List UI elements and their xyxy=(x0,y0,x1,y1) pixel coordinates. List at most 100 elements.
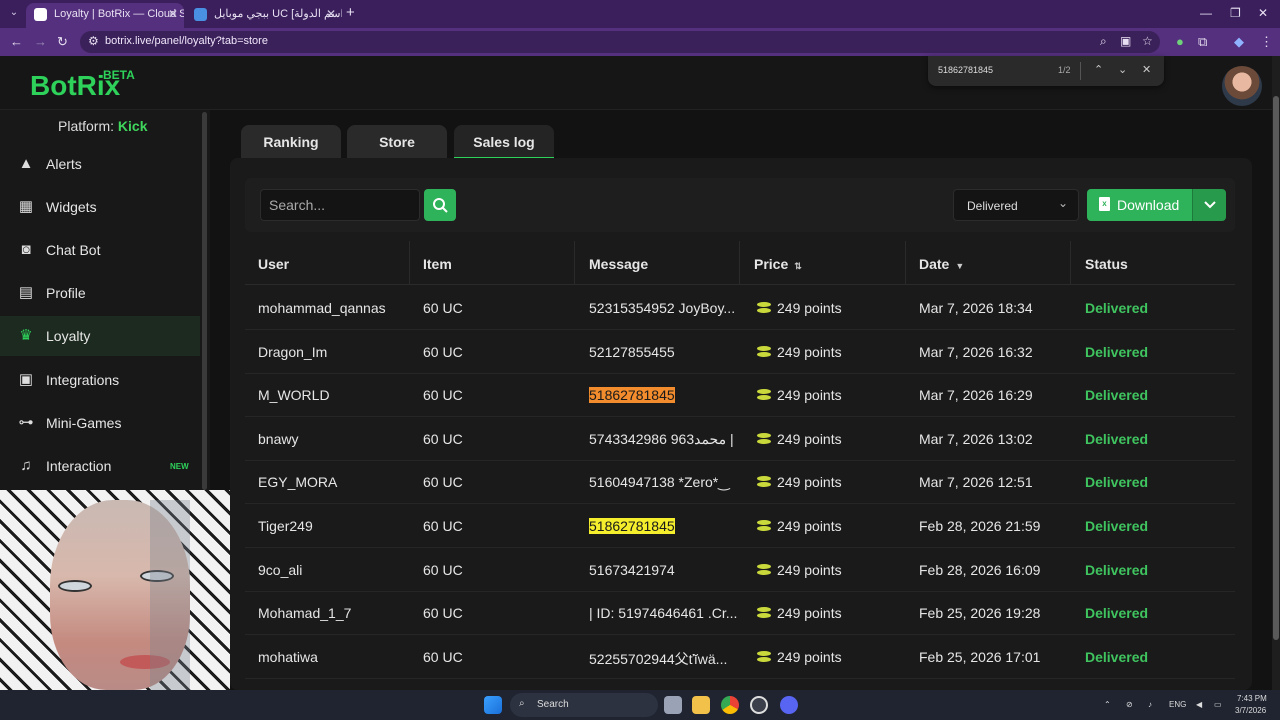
reload-icon[interactable]: ↻ xyxy=(57,34,68,50)
cell-date: Feb 28, 2026 21:59 xyxy=(919,518,1041,534)
close-tab-icon[interactable]: ✕ xyxy=(168,3,178,25)
coins-icon xyxy=(757,433,771,445)
cell-price: 249 points xyxy=(757,649,842,665)
tab-store[interactable]: Store xyxy=(347,125,447,159)
cell-user: EGY_MORA xyxy=(258,474,338,490)
cell-status: Delivered xyxy=(1085,300,1149,316)
find-input[interactable]: 51862781845 xyxy=(938,65,993,75)
clock-date[interactable]: 3/7/2026 xyxy=(1235,706,1266,715)
browser-tab-loyalty[interactable]: Loyalty | BotRix — Cloud Stream ✕ xyxy=(26,3,184,28)
message-text: 5743342986 963محمد | xyxy=(589,431,734,447)
sidebar: Platform: Kick ▲ Alerts ▦ Widgets ◙ Chat… xyxy=(0,110,210,490)
browser-menu-icon[interactable]: ⋮ xyxy=(1260,34,1273,50)
cell-item: 60 UC xyxy=(423,605,463,621)
file-explorer-icon[interactable] xyxy=(692,696,710,714)
battery-icon[interactable]: ▭ xyxy=(1214,700,1222,709)
cell-message: 52127855455 xyxy=(589,344,675,360)
download-options-button[interactable] xyxy=(1192,189,1226,221)
sidebar-item-profile[interactable]: ▤ Profile xyxy=(0,273,200,313)
site-info-icon[interactable]: ⚙ xyxy=(88,34,99,48)
cell-price: 249 points xyxy=(757,431,842,447)
webcam-overlay xyxy=(0,490,230,690)
minimize-icon[interactable]: — xyxy=(1200,6,1212,20)
browser-tab-pubg[interactable]: ببجي موبايل UC [اسم الدولة] | ح... ✕ xyxy=(186,3,342,28)
price-text: 249 points xyxy=(777,518,842,534)
sidebar-item-widgets[interactable]: ▦ Widgets xyxy=(0,187,200,227)
column-header-date[interactable]: Date ▼ xyxy=(919,256,964,272)
cell-message: 51862781845 xyxy=(589,518,675,534)
clock-time[interactable]: 7:43 PM xyxy=(1237,694,1267,703)
sidebar-item-interaction[interactable]: ♫ Interaction NEW xyxy=(0,446,200,486)
address-bar[interactable]: ⚙ botrix.live/panel/loyalty?tab=store ⌕ … xyxy=(80,31,1160,53)
task-view-icon[interactable] xyxy=(664,696,682,714)
sidebar-item-chat-bot[interactable]: ◙ Chat Bot xyxy=(0,230,200,270)
sidebar-item-integrations[interactable]: ▣ Integrations xyxy=(0,360,200,400)
discord-icon[interactable] xyxy=(780,696,798,714)
message-text: 51862781845 xyxy=(589,387,675,403)
sort-both-icon[interactable]: ⇅ xyxy=(794,261,802,271)
cell-date: Mar 7, 2026 18:34 xyxy=(919,300,1033,316)
status-filter-select[interactable]: Delivered ⌄ xyxy=(953,189,1079,221)
column-header-price[interactable]: Price ⇅ xyxy=(754,256,802,272)
user-avatar[interactable] xyxy=(1222,66,1262,106)
tray-chevron-icon[interactable]: ⌃ xyxy=(1104,700,1111,709)
reader-icon[interactable]: ▣ xyxy=(1120,34,1131,48)
sidebar-scrollbar[interactable] xyxy=(202,112,207,490)
microphone-icon[interactable]: ♪ xyxy=(1148,700,1152,709)
coins-icon xyxy=(757,346,771,358)
excel-icon: x xyxy=(1099,197,1110,211)
tab-ranking[interactable]: Ranking xyxy=(241,125,341,159)
cell-user: 9co_ali xyxy=(258,562,303,578)
network-off-icon[interactable]: ⊘ xyxy=(1126,700,1133,709)
face-paint xyxy=(150,500,190,690)
forward-icon[interactable]: → xyxy=(34,34,47,49)
close-tab-icon[interactable]: ✕ xyxy=(326,3,336,25)
gamepad-icon: ⊶ xyxy=(18,414,34,431)
speaker-icon[interactable]: ◀ xyxy=(1196,700,1202,709)
find-close-icon[interactable]: ✕ xyxy=(1142,63,1151,76)
status-filter-value: Delivered xyxy=(967,199,1018,213)
sidebar-item-alerts[interactable]: ▲ Alerts xyxy=(0,144,200,184)
download-button[interactable]: x Download xyxy=(1087,189,1192,221)
alert-triangle-icon: ▲ xyxy=(18,155,34,172)
cell-price: 249 points xyxy=(757,344,842,360)
find-next-icon[interactable]: ⌄ xyxy=(1118,63,1127,76)
tab-sales-log[interactable]: Sales log xyxy=(454,125,554,159)
app-icon[interactable] xyxy=(750,696,768,714)
taskbar-search[interactable]: ⌕ Search xyxy=(510,693,658,717)
extension-icon[interactable]: ● xyxy=(1176,34,1184,49)
windows-start-icon[interactable] xyxy=(484,696,502,714)
sort-desc-icon[interactable]: ▼ xyxy=(955,261,964,271)
browser-toolbar: ← → ↻ ⚙ botrix.live/panel/loyalty?tab=st… xyxy=(0,28,1280,56)
id-card-icon: ▤ xyxy=(18,284,34,301)
back-icon[interactable]: ← xyxy=(10,34,23,49)
page-scrollbar[interactable] xyxy=(1272,56,1280,690)
profile-icon[interactable]: ◆ xyxy=(1234,34,1244,50)
chrome-icon[interactable] xyxy=(721,696,739,714)
tab-search-icon[interactable]: ⌄ xyxy=(6,5,22,21)
zoom-icon[interactable]: ⌕ xyxy=(1100,34,1107,49)
extensions-puzzle-icon[interactable]: ⧉ xyxy=(1198,34,1207,50)
restore-icon[interactable]: ❐ xyxy=(1230,6,1241,20)
bookmark-star-icon[interactable]: ☆ xyxy=(1142,34,1153,48)
find-bar: 51862781845 1/2 ⌃ ⌄ ✕ xyxy=(928,56,1164,86)
search-button[interactable] xyxy=(424,189,456,221)
cell-date: Mar 7, 2026 16:32 xyxy=(919,344,1033,360)
find-previous-icon[interactable]: ⌃ xyxy=(1094,63,1103,76)
close-window-icon[interactable]: ✕ xyxy=(1258,6,1268,20)
search-input[interactable] xyxy=(260,189,420,221)
download-label: Download xyxy=(1117,197,1180,213)
column-header-status: Status xyxy=(1085,256,1128,272)
sidebar-item-mini-games[interactable]: ⊶ Mini-Games xyxy=(0,403,200,443)
cell-price: 249 points xyxy=(757,387,842,403)
new-tab-icon[interactable]: + xyxy=(346,5,355,21)
cell-date: Mar 7, 2026 16:29 xyxy=(919,387,1033,403)
sidebar-item-loyalty[interactable]: ♛ Loyalty xyxy=(0,316,200,356)
column-divider xyxy=(739,241,740,285)
cell-user: bnawy xyxy=(258,431,299,447)
language-indicator[interactable]: ENG xyxy=(1169,700,1186,709)
scrollbar-thumb[interactable] xyxy=(1273,96,1279,640)
cell-item: 60 UC xyxy=(423,649,463,665)
browser-tab-bar: ⌄ Loyalty | BotRix — Cloud Stream ✕ ببجي… xyxy=(0,0,1280,28)
chat-bubble-icon: ▣ xyxy=(18,371,34,388)
